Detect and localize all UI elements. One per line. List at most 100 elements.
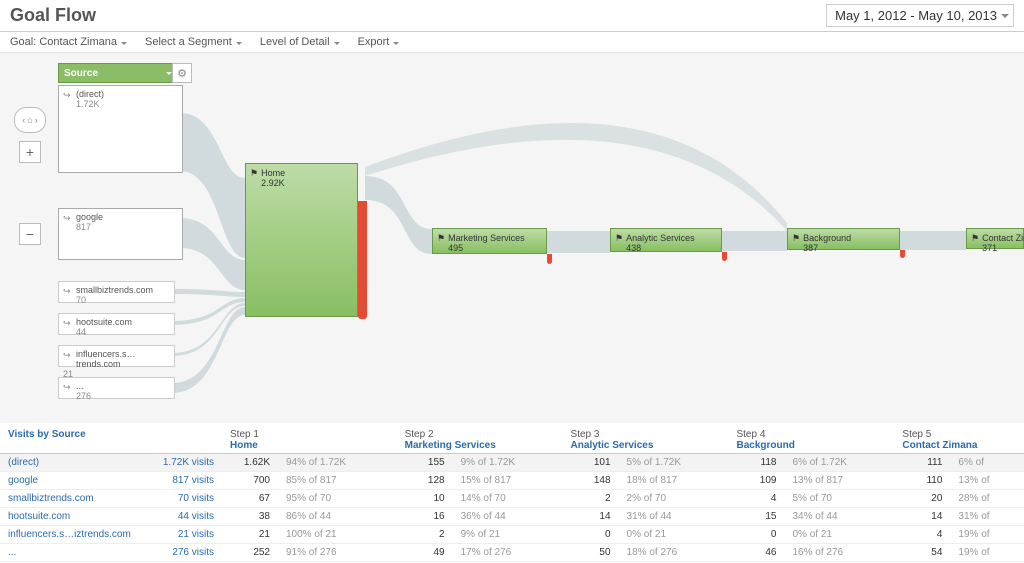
table-row[interactable]: ...276 visits25291% of 2764917% of 27650… xyxy=(0,544,1024,562)
goal-selector[interactable]: Goal: Contact Zimana xyxy=(10,36,127,48)
cell-value: 67 xyxy=(222,490,278,508)
source-name: (direct) xyxy=(63,89,178,99)
cell-value: 101 xyxy=(563,454,619,472)
cell-pct: 95% of 70 xyxy=(278,490,397,508)
zoom-out-button[interactable]: − xyxy=(19,223,41,245)
col-step-name[interactable]: Analytic Services xyxy=(571,440,654,451)
step-node-analytic[interactable]: ⚑ Analytic Services 438 xyxy=(610,228,722,252)
step-node-background[interactable]: ⚑ Background 387 xyxy=(787,228,900,250)
col-header-source: Visits by Source xyxy=(8,429,86,440)
cell-pct: 18% of 817 xyxy=(619,472,729,490)
arrow-icon: ↪ xyxy=(63,90,73,100)
step-name: Background xyxy=(803,233,851,243)
cell-pct: 31% of xyxy=(950,508,1024,526)
cell-value: 15 xyxy=(728,508,784,526)
row-source[interactable]: smallbiztrends.com xyxy=(8,493,94,504)
col-step-label: Step 3 xyxy=(571,429,721,440)
col-step-name[interactable]: Contact Zimana xyxy=(902,440,977,451)
cell-value: 109 xyxy=(728,472,784,490)
cell-pct: 2% of 70 xyxy=(619,490,729,508)
row-source[interactable]: hootsuite.com xyxy=(8,511,70,522)
cell-value: 1.62K xyxy=(222,454,278,472)
cell-value: 0 xyxy=(728,526,784,544)
chevron-down-icon xyxy=(1001,14,1009,18)
row-source[interactable]: google xyxy=(8,475,38,486)
row-visits: 817 visits xyxy=(172,475,214,486)
cell-pct: 6% of 1.72K xyxy=(784,454,894,472)
dimension-selector[interactable]: Source xyxy=(58,63,178,83)
detail-selector[interactable]: Level of Detail xyxy=(260,36,340,48)
goal-selector-label: Goal: Contact Zimana xyxy=(10,36,117,48)
cell-pct: 9% of 1.72K xyxy=(453,454,563,472)
cell-pct: 86% of 44 xyxy=(278,508,397,526)
source-node-hootsuite[interactable]: ↪ hootsuite.com 44 xyxy=(58,313,175,335)
cell-pct: 0% of 21 xyxy=(784,526,894,544)
page-title: Goal Flow xyxy=(10,5,96,26)
flag-icon: ⚑ xyxy=(437,233,445,244)
source-node-influencers[interactable]: ↪ influencers.s…trends.com 21 xyxy=(58,345,175,367)
cell-pct: 91% of 276 xyxy=(278,544,397,562)
source-node-other[interactable]: ↪ ... 276 xyxy=(58,377,175,399)
gear-icon: ⚙ xyxy=(177,67,187,80)
source-value: 70 xyxy=(76,295,86,305)
col-step-name[interactable]: Background xyxy=(736,440,794,451)
settings-button[interactable]: ⚙ xyxy=(172,63,192,83)
cell-pct: 36% of 44 xyxy=(453,508,563,526)
row-source[interactable]: ... xyxy=(8,547,16,558)
table-row[interactable]: influencers.s…iztrends.com21 visits21100… xyxy=(0,526,1024,544)
table-row[interactable]: hootsuite.com44 visits3886% of 441636% o… xyxy=(0,508,1024,526)
cell-pct: 16% of 276 xyxy=(784,544,894,562)
cell-value: 16 xyxy=(397,508,453,526)
cell-value: 4 xyxy=(894,526,950,544)
flag-icon: ⚑ xyxy=(971,233,979,244)
step-name: Contact Zimana xyxy=(982,233,1024,243)
row-source[interactable]: (direct) xyxy=(8,457,39,468)
step-value: 387 xyxy=(803,243,818,253)
flow-data-table: Visits by Source Step 1Home Step 2Market… xyxy=(0,423,1024,562)
row-source[interactable]: influencers.s…iztrends.com xyxy=(8,529,131,540)
date-range-picker[interactable]: May 1, 2012 - May 10, 2013 xyxy=(826,4,1014,27)
step-node-contact[interactable]: ⚑ Contact Zimana 371 xyxy=(966,228,1024,249)
cell-value: 148 xyxy=(563,472,619,490)
col-step-name[interactable]: Home xyxy=(230,440,258,451)
export-menu[interactable]: Export xyxy=(358,36,400,48)
zoom-in-button[interactable]: + xyxy=(19,141,41,163)
step-node-home[interactable]: ⚑ Home 2.92K xyxy=(245,163,358,317)
source-value: 1.72K xyxy=(76,99,100,109)
source-node-google[interactable]: ↪ google 817 xyxy=(58,208,183,260)
table-row[interactable]: google817 visits70085% of 81712815% of 8… xyxy=(0,472,1024,490)
dropoff-bar-background xyxy=(900,250,905,258)
cell-pct: 14% of 70 xyxy=(453,490,563,508)
table-row[interactable]: (direct)1.72K visits1.62K94% of 1.72K155… xyxy=(0,454,1024,472)
source-name: smallbiztrends.com xyxy=(63,285,170,295)
cell-value: 0 xyxy=(563,526,619,544)
arrow-icon: ↪ xyxy=(63,286,73,296)
table-header-row: Visits by Source Step 1Home Step 2Market… xyxy=(0,423,1024,454)
step-name: Home xyxy=(261,168,285,178)
flag-icon: ⚑ xyxy=(792,233,800,244)
source-node-smallbiztrends[interactable]: ↪ smallbiztrends.com 70 xyxy=(58,281,175,303)
row-visits: 276 visits xyxy=(172,547,214,558)
segment-selector-label: Select a Segment xyxy=(145,36,232,48)
arrow-icon: ↪ xyxy=(63,350,73,360)
cell-pct: 19% of xyxy=(950,526,1024,544)
cell-value: 111 xyxy=(894,454,950,472)
segment-selector[interactable]: Select a Segment xyxy=(145,36,242,48)
step-node-marketing[interactable]: ⚑ Marketing Services 495 xyxy=(432,228,547,254)
col-step-name[interactable]: Marketing Services xyxy=(405,440,496,451)
step-name: Marketing Services xyxy=(448,233,525,243)
source-node-direct[interactable]: ↪ (direct) 1.72K xyxy=(58,85,183,173)
cell-pct: 19% of xyxy=(950,544,1024,562)
col-step-label: Step 4 xyxy=(736,429,886,440)
source-name: influencers.s…trends.com xyxy=(63,349,170,369)
cell-value: 50 xyxy=(563,544,619,562)
home-zoom-button[interactable]: ‹ ⌂ › xyxy=(14,107,46,133)
flag-icon: ⚑ xyxy=(615,233,623,244)
cell-value: 54 xyxy=(894,544,950,562)
table-row[interactable]: smallbiztrends.com70 visits6795% of 7010… xyxy=(0,490,1024,508)
cell-pct: 28% of xyxy=(950,490,1024,508)
flow-visualization[interactable]: ‹ ⌂ › + − Source ⚙ ↪ (direct) 1.72K ↪ go… xyxy=(0,53,1024,423)
dimension-label: Source xyxy=(64,68,98,79)
arrow-icon: ↪ xyxy=(63,318,73,328)
row-visits: 70 visits xyxy=(178,493,214,504)
